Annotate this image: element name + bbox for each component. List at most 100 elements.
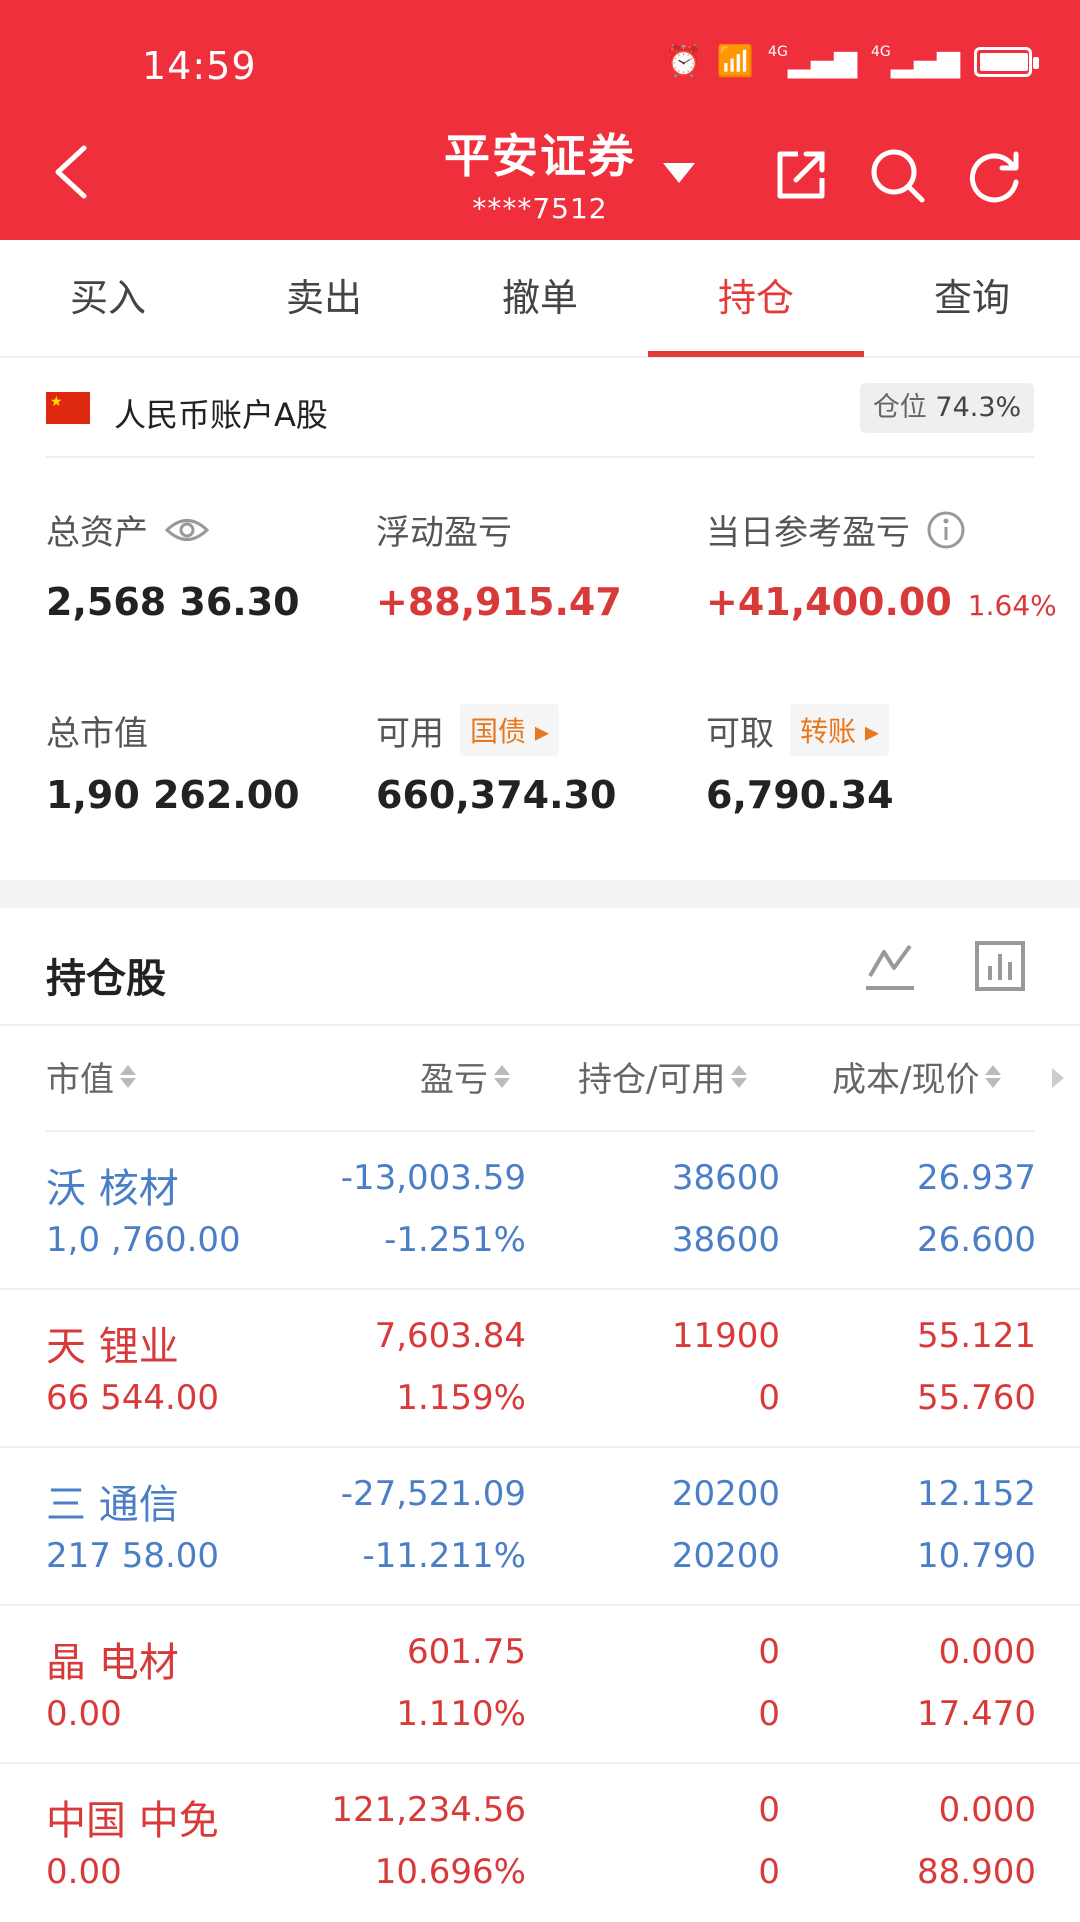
stock-position: 38600 (671, 1158, 780, 1198)
stock-pl-pct: 10.696% (374, 1852, 526, 1892)
back-icon[interactable] (50, 142, 94, 202)
col-market-value[interactable]: 市值 (46, 1052, 136, 1101)
tab-query[interactable]: 查询 (864, 240, 1080, 358)
sort-icon (985, 1065, 1002, 1088)
total-assets: 总资产 2,568 36.30 (46, 505, 300, 624)
stock-market-value: 217 58.00 (46, 1536, 220, 1576)
daily-pl-label: 当日参考盈亏 (706, 513, 910, 553)
stock-pl: 7,603.84 (374, 1316, 526, 1356)
stock-market-value: 66 544.00 (46, 1378, 220, 1418)
withdrawable-funds: 可取 转账 ▸ 6,790.34 (706, 704, 894, 817)
sort-icon (494, 1065, 510, 1088)
available-value: 660,374.30 (376, 773, 617, 817)
stock-name: 三 通信 (46, 1482, 179, 1528)
tab-cancel[interactable]: 撤单 (432, 240, 648, 358)
china-flag-icon: ★ (46, 392, 90, 424)
table-row[interactable]: 晶 电材 0.00 601.75 1.110% 0 0 0.000 17.470 (0, 1606, 1080, 1764)
available-label: 可用 (376, 713, 444, 754)
line-chart-icon[interactable] (864, 940, 916, 994)
account-number: ****7512 (472, 192, 608, 225)
app-header: 14:59 ⏰ 📶 4G▂▄▆ 4G▂▄▆ 平安证券 ****7512 (0, 0, 1080, 240)
position-badge: 仓位 74.3% (860, 383, 1034, 433)
active-tab-indicator (648, 351, 864, 357)
stock-price: 17.470 (917, 1694, 1036, 1734)
available-funds: 可用 国债 ▸ 660,374.30 (376, 704, 617, 817)
daily-pl-value: +41,400.00 (706, 580, 952, 624)
total-assets-label: 总资产 (46, 513, 148, 553)
stock-pl: -27,521.09 (340, 1474, 526, 1514)
stock-position: 0 (758, 1790, 780, 1830)
col-cost-price[interactable]: 成本/现价 (832, 1052, 1002, 1101)
chevron-right-icon[interactable] (1052, 1068, 1064, 1088)
stock-cost: 0.000 (938, 1632, 1036, 1672)
eye-icon[interactable] (164, 515, 210, 545)
table-row[interactable]: 沃 核材 1,0 ,760.00 -13,003.59 -1.251% 3860… (0, 1132, 1080, 1290)
stock-name: 沃 核材 (46, 1166, 179, 1212)
stock-market-value: 0.00 (46, 1694, 122, 1734)
tab-positions[interactable]: 持仓 (648, 240, 864, 358)
status-icons: ⏰ 📶 4G▂▄▆ 4G▂▄▆ (665, 44, 1039, 79)
stock-pl-pct: 1.110% (396, 1694, 526, 1734)
market-value-label: 总市值 (46, 713, 148, 754)
stock-pl-pct: -1.251% (384, 1220, 526, 1260)
stock-pl: 601.75 (407, 1632, 526, 1672)
stock-market-value: 0.00 (46, 1852, 122, 1892)
divider (0, 1024, 1080, 1026)
stock-pl-pct: -11.211% (362, 1536, 526, 1576)
share-icon[interactable] (772, 146, 830, 204)
signal-icon-1: 4G▂▄▆ (768, 44, 858, 79)
title-block[interactable]: 平安证券 ****7512 (400, 120, 680, 225)
broker-title: 平安证券 (444, 129, 636, 183)
total-assets-value: 2,568 36.30 (46, 580, 300, 624)
signal-icon-2: 4G▂▄▆ (871, 44, 960, 79)
stock-position: 0 (758, 1632, 780, 1672)
stock-available: 0 (758, 1852, 780, 1892)
position-label: 仓位 (872, 392, 927, 423)
stock-price: 55.760 (917, 1378, 1036, 1418)
stock-price: 10.790 (917, 1536, 1036, 1576)
daily-pl-value-wrap: +41,400.00 1.64% (706, 580, 1057, 624)
treasury-bond-button[interactable]: 国债 ▸ (460, 704, 559, 756)
stock-name: 中国 中免 (46, 1798, 219, 1844)
battery-icon (974, 46, 1039, 77)
section-divider (0, 880, 1080, 908)
search-icon[interactable] (868, 146, 926, 204)
info-icon[interactable] (926, 510, 966, 550)
market-value-value: 1,90 262.00 (46, 773, 300, 817)
trade-tabs: 买入 卖出 撤单 持仓 查询 (0, 240, 1080, 358)
stock-available: 0 (758, 1378, 780, 1418)
daily-pl-pct: 1.64% (967, 589, 1057, 622)
sort-icon (731, 1065, 748, 1088)
stock-cost: 12.152 (917, 1474, 1036, 1514)
stock-position: 20200 (671, 1474, 780, 1514)
position-value: 74.3% (935, 392, 1022, 423)
stock-market-value: 1,0 ,760.00 (46, 1220, 241, 1260)
stock-pl: 121,234.56 (331, 1790, 526, 1830)
daily-pl: 当日参考盈亏 +41,400.00 1.64% (706, 505, 1057, 624)
stock-name: 晶 电材 (46, 1640, 179, 1686)
stock-price: 88.900 (917, 1852, 1036, 1892)
table-row[interactable]: 天 锂业 66 544.00 7,603.84 1.159% 11900 0 5… (0, 1290, 1080, 1448)
stock-available: 0 (758, 1694, 780, 1734)
tab-buy[interactable]: 买入 (0, 240, 216, 358)
market-value: 总市值 1,90 262.00 (46, 705, 300, 818)
table-row[interactable]: 三 通信 217 58.00 -27,521.09 -11.211% 20200… (0, 1448, 1080, 1606)
floating-pl: 浮动盈亏 +88,915.47 (376, 505, 622, 624)
bar-chart-icon[interactable] (974, 940, 1026, 994)
sort-icon (120, 1065, 136, 1088)
tab-sell[interactable]: 卖出 (216, 240, 432, 358)
floating-pl-value: +88,915.47 (376, 580, 622, 624)
chevron-down-icon[interactable] (663, 163, 695, 183)
transfer-button[interactable]: 转账 ▸ (790, 704, 889, 756)
stock-name: 天 锂业 (46, 1324, 179, 1370)
holdings-title: 持仓股 (46, 956, 166, 1002)
col-position[interactable]: 持仓/可用 (578, 1052, 748, 1101)
status-time: 14:59 (142, 44, 257, 88)
table-row[interactable]: 中国 中免 0.00 121,234.56 10.696% 0 0 0.000 … (0, 1764, 1080, 1922)
stock-cost: 26.937 (917, 1158, 1036, 1198)
withdrawable-label: 可取 (706, 713, 774, 754)
account-label: 人民币账户A股 (114, 396, 328, 434)
col-pl[interactable]: 盈亏 (420, 1052, 510, 1101)
refresh-icon[interactable] (966, 146, 1024, 204)
floating-pl-label: 浮动盈亏 (376, 513, 512, 553)
